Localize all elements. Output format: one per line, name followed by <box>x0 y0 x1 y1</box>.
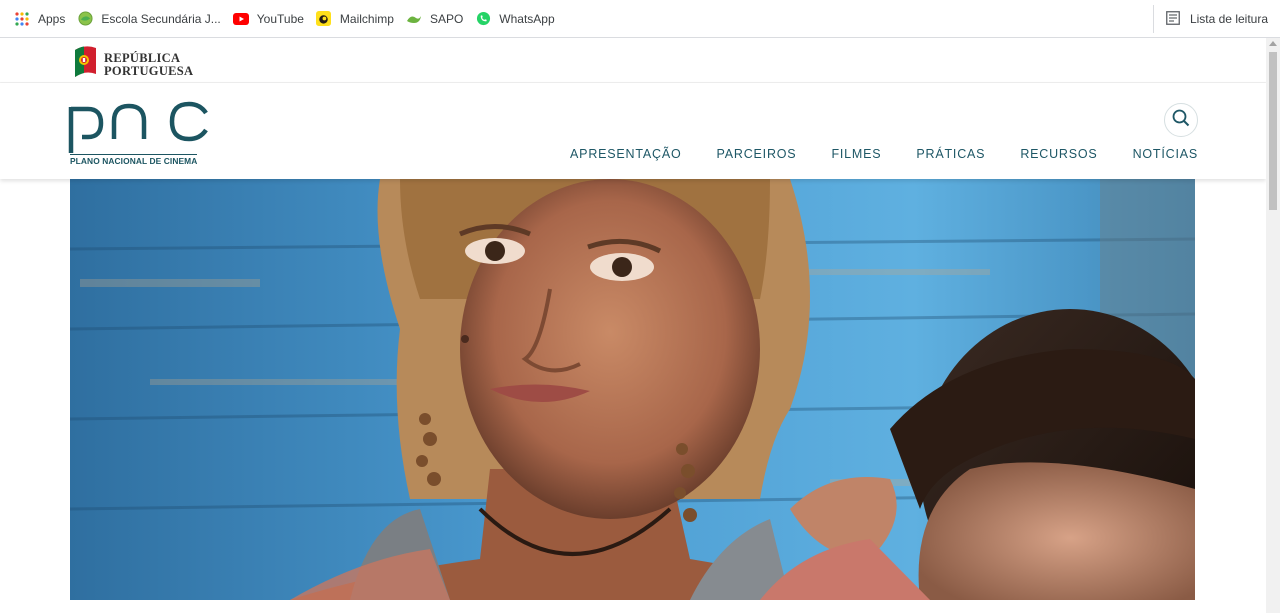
search-button[interactable] <box>1164 103 1198 137</box>
bookmark-label: Escola Secundária J... <box>101 11 221 26</box>
reading-list-button[interactable]: Lista de leitura <box>1152 5 1268 33</box>
republica-portuguesa-logo[interactable]: REPÚBLICA PORTUGUESA <box>72 44 193 85</box>
portuguese-flag-icon <box>72 44 98 85</box>
bookmark-mailchimp[interactable]: Mailchimp <box>312 5 402 33</box>
sapo-icon <box>406 11 422 27</box>
apps-grid-icon <box>14 11 30 27</box>
bookmark-whatsapp[interactable]: WhatsApp <box>471 5 562 33</box>
nav-parceiros[interactable]: PARCEIROS <box>717 147 797 161</box>
bookmark-escola[interactable]: Escola Secundária J... <box>73 5 228 33</box>
bookmark-label: Apps <box>38 11 66 26</box>
reading-list-label: Lista de leitura <box>1189 12 1268 26</box>
bookmark-apps[interactable]: Apps <box>10 5 73 33</box>
web-page: REPÚBLICA PORTUGUESA PLANO NACIONAL DE C… <box>0 38 1266 613</box>
nav-apresentacao[interactable]: APRESENTAÇÃO <box>570 147 681 161</box>
nav-praticas[interactable]: PRÁTICAS <box>916 147 985 161</box>
bookmark-label: SAPO <box>429 11 464 26</box>
nav-noticias[interactable]: NOTÍCIAS <box>1133 147 1198 161</box>
whatsapp-icon <box>475 11 491 27</box>
gov-name-line2: PORTUGUESA <box>104 63 194 78</box>
nav-filmes[interactable]: FILMES <box>831 147 881 161</box>
government-strip: REPÚBLICA PORTUGUESA <box>0 38 1266 83</box>
gov-name-line1: REPÚBLICA <box>104 50 181 65</box>
youtube-icon <box>232 11 249 27</box>
site-header: PLANO NACIONAL DE CINEMA APRESENTAÇÃO PA… <box>0 83 1266 179</box>
scrollbar-thumb[interactable] <box>1269 52 1277 210</box>
gov-name: REPÚBLICA PORTUGUESA <box>104 50 194 78</box>
bookmark-sapo[interactable]: SAPO <box>402 5 471 33</box>
bookmark-label: Mailchimp <box>339 11 394 26</box>
bookmark-youtube[interactable]: YouTube <box>229 5 312 33</box>
bookmark-label: YouTube <box>256 11 304 26</box>
hero-film-still-image[interactable] <box>70 179 1195 600</box>
nav-recursos[interactable]: RECURSOS <box>1020 147 1097 161</box>
mailchimp-icon <box>316 11 332 27</box>
page-scrollbar[interactable] <box>1266 38 1280 613</box>
search-icon <box>1172 109 1190 132</box>
logo-subtitle: PLANO NACIONAL DE CINEMA <box>70 154 198 166</box>
reading-list-icon <box>1166 11 1182 27</box>
bookmarks-bar: Apps Escola Secundária J... YouTube Mail… <box>0 0 1280 38</box>
scroll-up-arrow-icon[interactable] <box>1269 41 1277 46</box>
school-globe-icon <box>77 11 93 27</box>
bookmark-label: WhatsApp <box>499 11 555 26</box>
main-nav: APRESENTAÇÃO PARCEIROS FILMES PRÁTICAS R… <box>535 147 1198 161</box>
